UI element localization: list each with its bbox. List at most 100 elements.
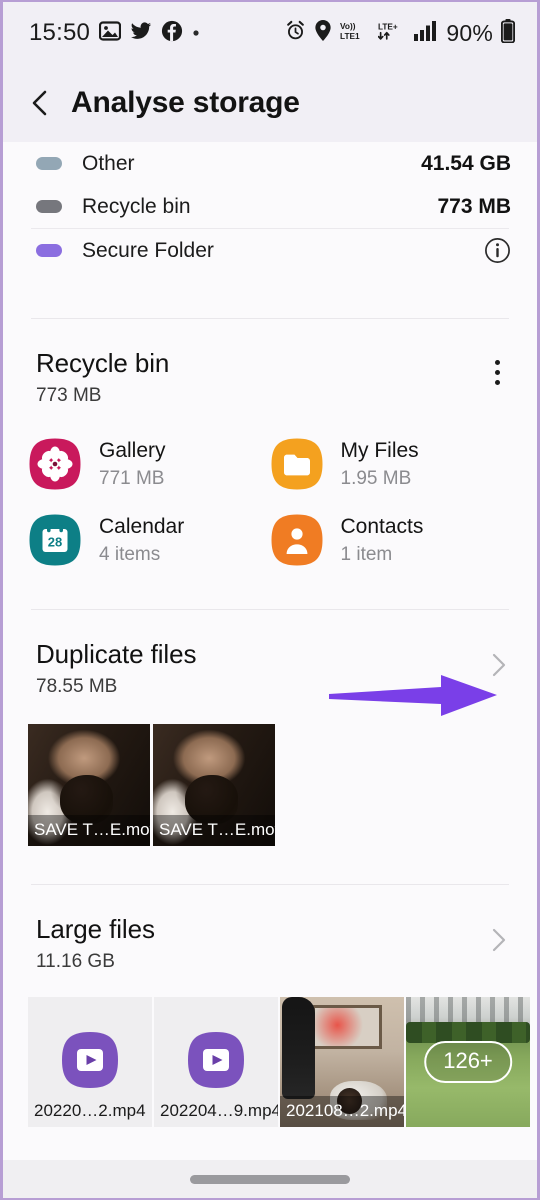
duplicate-files-texts: Duplicate files 78.55 MB [36,639,485,698]
legend-value: 773 MB [437,194,511,218]
app-row-my-files[interactable]: My Files 1.95 MB [270,437,512,491]
kebab-menu-icon[interactable] [483,355,511,389]
large-files-section: Large files 11.16 GB 20220…2.mp4 202204…… [3,915,537,1128]
app-detail: 771 MB [99,467,165,489]
large-file-thumbnail[interactable]: 20220…2.mp4 [28,997,152,1128]
thumbnail-caption: SAVE T…E.mov [28,815,150,847]
duplicate-files-size: 78.55 MB [36,676,118,698]
video-player-icon [60,1030,120,1095]
thumbnail-caption: 202204…9.mp4 [154,1096,278,1128]
legend-row-secure-folder[interactable]: Secure Folder [3,229,537,272]
app-text-block: Calendar 4 items [99,515,184,566]
legend-row-recycle-bin[interactable]: Recycle bin 773 MB [3,185,537,228]
large-files-title: Large files [36,914,155,945]
legend-color-swatch [36,244,62,257]
large-files-thumbnails: 20220…2.mp4 202204…9.mp4 202108…2.mp4 12… [3,997,537,1128]
recycle-bin-header[interactable]: Recycle bin 773 MB [3,348,537,407]
thumbnail-caption: SAVE T…E.mov [153,815,275,847]
recycle-bin-size: 773 MB [36,385,102,407]
duplicate-files-section: Duplicate files 78.55 MB SAVE T…E.mov SA… [3,639,537,847]
legend-label: Recycle bin [82,194,191,218]
more-items-badge: 126+ [424,1041,512,1084]
app-name: Calendar [99,514,185,538]
large-file-thumbnail[interactable]: 202108…2.mp4 [280,997,404,1128]
volte-label: Vo)) [340,21,356,31]
phone-screen: 15:50 Vo)) LTE1 LTE+ 90% Analyse storage… [0,0,540,1200]
duplicate-thumbnail[interactable]: SAVE T…E.mov [28,724,150,847]
gallery-app-icon [28,437,82,491]
app-text-block: My Files 1.95 MB [341,439,419,490]
lteplus-label: LTE+ [378,22,398,31]
large-file-thumbnail-more[interactable]: 126+ [406,997,530,1128]
gap [3,698,537,724]
battery-icon [500,18,516,48]
legend-color-swatch [36,200,62,213]
alarm-icon [285,20,306,46]
twitter-icon [130,20,152,47]
app-row-gallery[interactable]: Gallery 771 MB [28,437,270,491]
large-files-header[interactable]: Large files 11.16 GB [3,915,537,973]
dot-icon [192,24,200,42]
legend-value: 41.54 GB [421,151,511,175]
app-name: Contacts [340,514,424,538]
app-detail: 1.95 MB [340,467,412,489]
back-chevron-icon[interactable] [27,88,53,118]
duplicate-files-chevron[interactable] [485,650,511,680]
info-icon[interactable] [484,237,511,264]
contacts-app-icon [270,513,324,567]
home-indicator[interactable] [190,1174,350,1184]
app-detail: 1 item [340,543,393,565]
myfiles-app-icon [270,437,324,491]
large-files-size: 11.16 GB [36,951,115,973]
large-files-texts: Large files 11.16 GB [36,915,485,973]
app-text-block: Gallery 771 MB [99,439,166,490]
app-bar: Analyse storage [3,64,537,142]
legend-color-swatch [36,157,62,170]
app-detail: 4 items [99,543,161,565]
signal-bars-icon [414,20,438,46]
status-bar-right: Vo)) LTE1 LTE+ 90% [285,18,516,48]
facebook-icon [161,20,183,47]
large-file-thumbnail[interactable]: 202204…9.mp4 [154,997,278,1128]
location-icon [314,20,332,46]
page-title: Analyse storage [71,86,300,119]
lte-plus-icon: LTE+ [378,20,406,47]
gap [3,973,537,997]
recycle-bin-title: Recycle bin [36,348,170,378]
gallery-icon [98,20,122,47]
app-row-calendar[interactable]: 28 Calendar 4 items [28,513,270,567]
legend-label: Other [82,151,135,175]
storage-legend-list: Other 41.54 GB Recycle bin 773 MB Secure… [3,142,537,272]
recycle-bin-section: Recycle bin 773 MB Gallery 771 MB My Fil… [3,348,537,567]
duplicate-files-header[interactable]: Duplicate files 78.55 MB [3,639,537,698]
app-name: My Files [340,438,419,462]
legend-row-other[interactable]: Other 41.54 GB [3,142,537,185]
status-bar-left: 15:50 [29,19,200,47]
recycle-bin-app-grid: Gallery 771 MB My Files 1.95 MB 28 Calen… [3,407,537,567]
app-row-contacts[interactable]: Contacts 1 item [270,513,512,567]
navigation-bar [3,1160,537,1198]
duplicate-files-title: Duplicate files [36,639,197,670]
battery-percent: 90% [446,19,493,46]
status-time: 15:50 [29,19,91,46]
calendar-day-number: 28 [48,535,62,550]
duplicate-files-thumbnails: SAVE T…E.mov SAVE T…E.mov [3,724,537,847]
app-name: Gallery [99,438,166,462]
lte1-label: LTE1 [340,30,360,40]
thumbnail-caption: 20220…2.mp4 [28,1096,152,1128]
duplicate-thumbnail[interactable]: SAVE T…E.mov [153,724,275,847]
legend-label: Secure Folder [82,238,214,262]
scroll-content[interactable]: Other 41.54 GB Recycle bin 773 MB Secure… [3,142,537,1128]
video-player-icon [186,1030,246,1095]
volte-lte1-icon: Vo)) LTE1 [340,20,370,47]
calendar-app-icon: 28 [28,513,82,567]
recycle-bin-texts: Recycle bin 773 MB [36,348,483,407]
app-text-block: Contacts 1 item [341,515,424,566]
large-files-chevron[interactable] [485,925,511,955]
